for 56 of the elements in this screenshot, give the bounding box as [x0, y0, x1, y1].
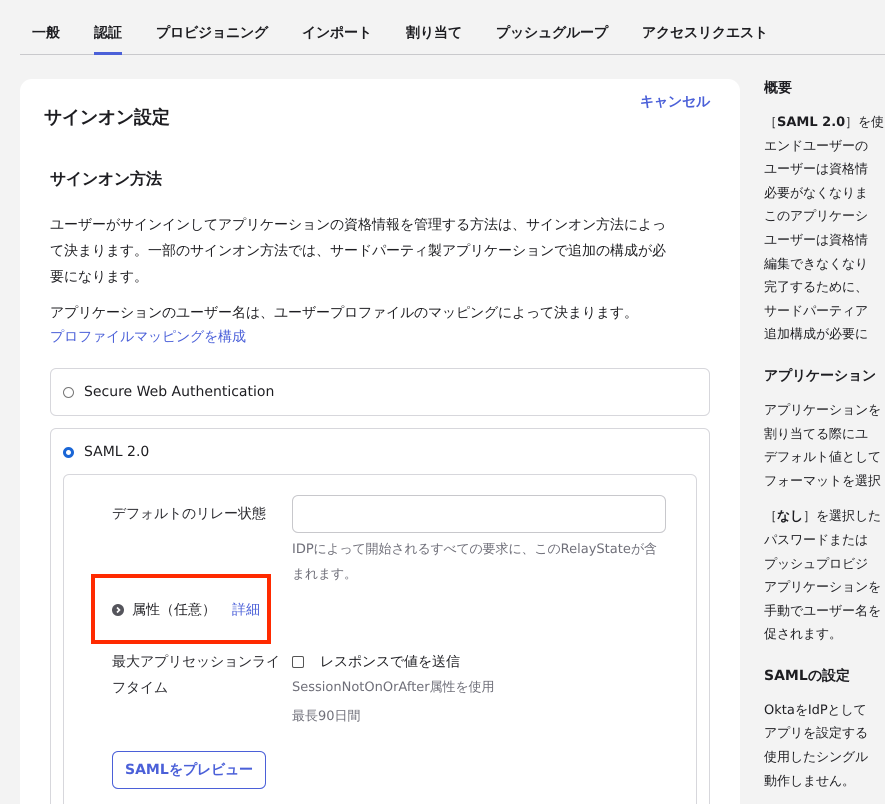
- cancel-link[interactable]: キャンセル: [640, 93, 710, 111]
- sidebar-text: 追加構成が必要に: [764, 326, 868, 344]
- details-link[interactable]: 詳細: [232, 601, 260, 619]
- checkbox-label: レスポンスで値を送信: [320, 653, 460, 672]
- sidebar-text: OktaをIdPとして: [764, 702, 867, 720]
- sidebar-text: アプリを設定する: [764, 725, 868, 744]
- sidebar-heading: SAMLの設定: [764, 666, 850, 685]
- attributes-label: 属性（任意）: [132, 601, 216, 619]
- radio-option[interactable]: Secure Web Authentication: [63, 384, 697, 400]
- hint-text: 最長90日間: [292, 708, 362, 726]
- checkbox[interactable]: [292, 656, 304, 668]
- tab[interactable]: 認証: [94, 20, 122, 55]
- sidebar-text: 完了するために、: [764, 279, 868, 298]
- sidebar-text: ユーザーは資格情: [764, 232, 868, 250]
- tab[interactable]: アクセスリクエスト: [642, 20, 768, 55]
- preview-saml-button[interactable]: SAMLをプレビュー: [112, 751, 266, 789]
- sidebar-text: 手動でユーザー名を: [764, 602, 881, 621]
- sidebar-text: アプリケーションを: [764, 579, 881, 598]
- username-note: アプリケーションのユーザー名は、ユーザープロファイルのマッピングによって決まります。: [50, 304, 639, 323]
- chevron-icon[interactable]: [112, 604, 124, 616]
- sidebar-text: パスワードまたは: [764, 532, 868, 550]
- description-text: ユーザーがサインインしてアプリケーションの資格情報を管理する方法は、サインオン方法によって決まります。一部のサインオン方法では、サードパーティ製アプリケーションで追加の構成が必要になります。: [50, 216, 667, 287]
- sidebar-heading: 概要: [764, 79, 792, 97]
- sidebar-text: アプリケーションを: [764, 402, 881, 420]
- sidebar-text: 割り当てる際にユ: [764, 426, 868, 444]
- card-title: サインオン設定: [44, 106, 170, 129]
- field-label: デフォルトのリレー状態: [112, 505, 267, 524]
- sidebar-text: 編集できなくなり: [764, 256, 868, 274]
- tab[interactable]: プロビジョニング: [156, 20, 268, 55]
- sidebar-text: フォーマットを選択: [764, 472, 881, 491]
- sidebar-text: プッシュプロビジ: [764, 556, 868, 574]
- help-text: IDPによって開始されるすべての要求に、このRelayStateが含まれます。: [292, 541, 658, 584]
- sidebar-text: ［なし］を選択した: [764, 508, 881, 526]
- sidebar-text: デフォルト値として: [764, 449, 881, 468]
- field-label: 最大アプリセッションライフタイム: [112, 653, 281, 698]
- tab[interactable]: 一般: [32, 20, 60, 55]
- relay-state-input[interactable]: [292, 495, 666, 533]
- sidebar-text: 動作しません。: [764, 772, 855, 791]
- tab[interactable]: インポート: [302, 20, 372, 55]
- radio-icon[interactable]: [63, 386, 74, 398]
- sidebar-text: 必要がなくなりま: [764, 184, 868, 203]
- radio-option[interactable]: SAML 2.0: [63, 444, 697, 460]
- radio-icon[interactable]: [63, 446, 74, 458]
- sidebar-text: ユーザーは資格情: [764, 161, 868, 180]
- sidebar-text: サードパーティア: [764, 302, 868, 321]
- tab[interactable]: プッシュグループ: [496, 20, 608, 55]
- sidebar-text: 使用したシングル: [764, 749, 868, 768]
- sidebar-text: このアプリケーシ: [764, 208, 868, 226]
- sidebar-text: ［SAML 2.0］を使: [764, 114, 884, 132]
- profile-mapping-link[interactable]: プロファイルマッピングを構成: [50, 329, 246, 345]
- sidebar-text: 促されます。: [764, 626, 842, 644]
- hint-text: SessionNotOnOrAfter属性を使用: [292, 679, 496, 697]
- sidebar-heading: アプリケーション: [764, 366, 876, 385]
- sidebar-text: エンドユーザーの: [764, 138, 868, 156]
- tab[interactable]: 割り当て: [406, 20, 462, 55]
- section-title: サインオン方法: [50, 169, 163, 190]
